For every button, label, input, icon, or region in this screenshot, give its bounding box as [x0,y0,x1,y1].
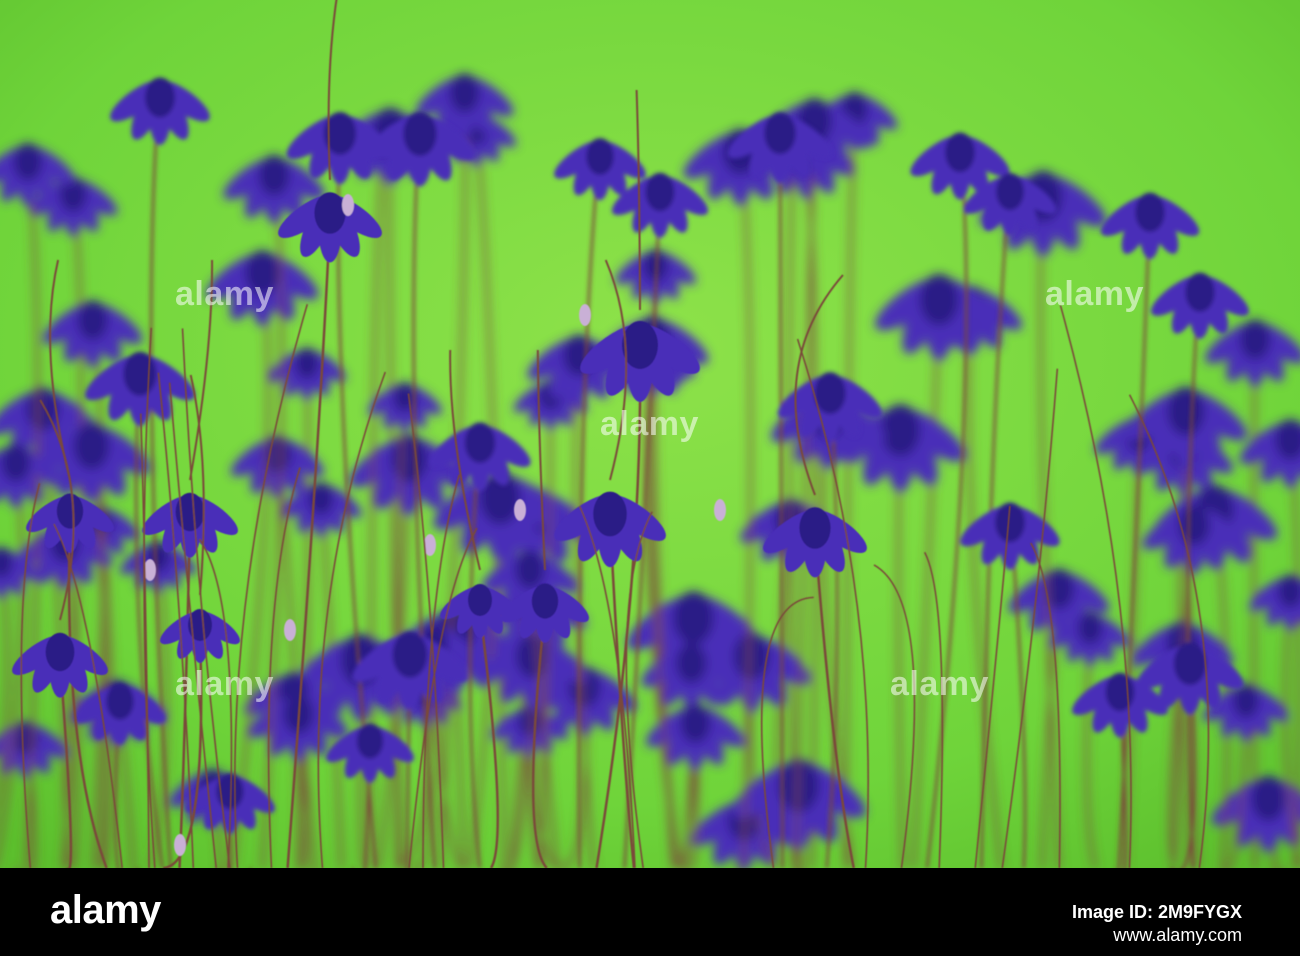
image-caption: Image ID: 2M9FYGX www.alamy.com [1072,901,1242,948]
stock-photo-frame: alamy alamy alamy alamy alamy alamy Imag… [0,0,1300,956]
flower-bud [579,304,591,326]
flower-bud [174,834,186,856]
photo-canvas [0,0,1300,868]
site-url[interactable]: www.alamy.com [1072,924,1242,947]
flower-bud [342,194,354,216]
brand-logo[interactable]: alamy [50,888,161,933]
flower-bud [284,619,296,641]
flower-bud [144,559,156,581]
image-id: Image ID: 2M9FYGX [1071,902,1242,922]
flower-bud [514,499,526,521]
flower-bud [714,499,726,521]
photo: alamy alamy alamy alamy alamy [0,0,1300,868]
footer-bar: alamy Image ID: 2M9FYGX www.alamy.com [0,868,1300,956]
